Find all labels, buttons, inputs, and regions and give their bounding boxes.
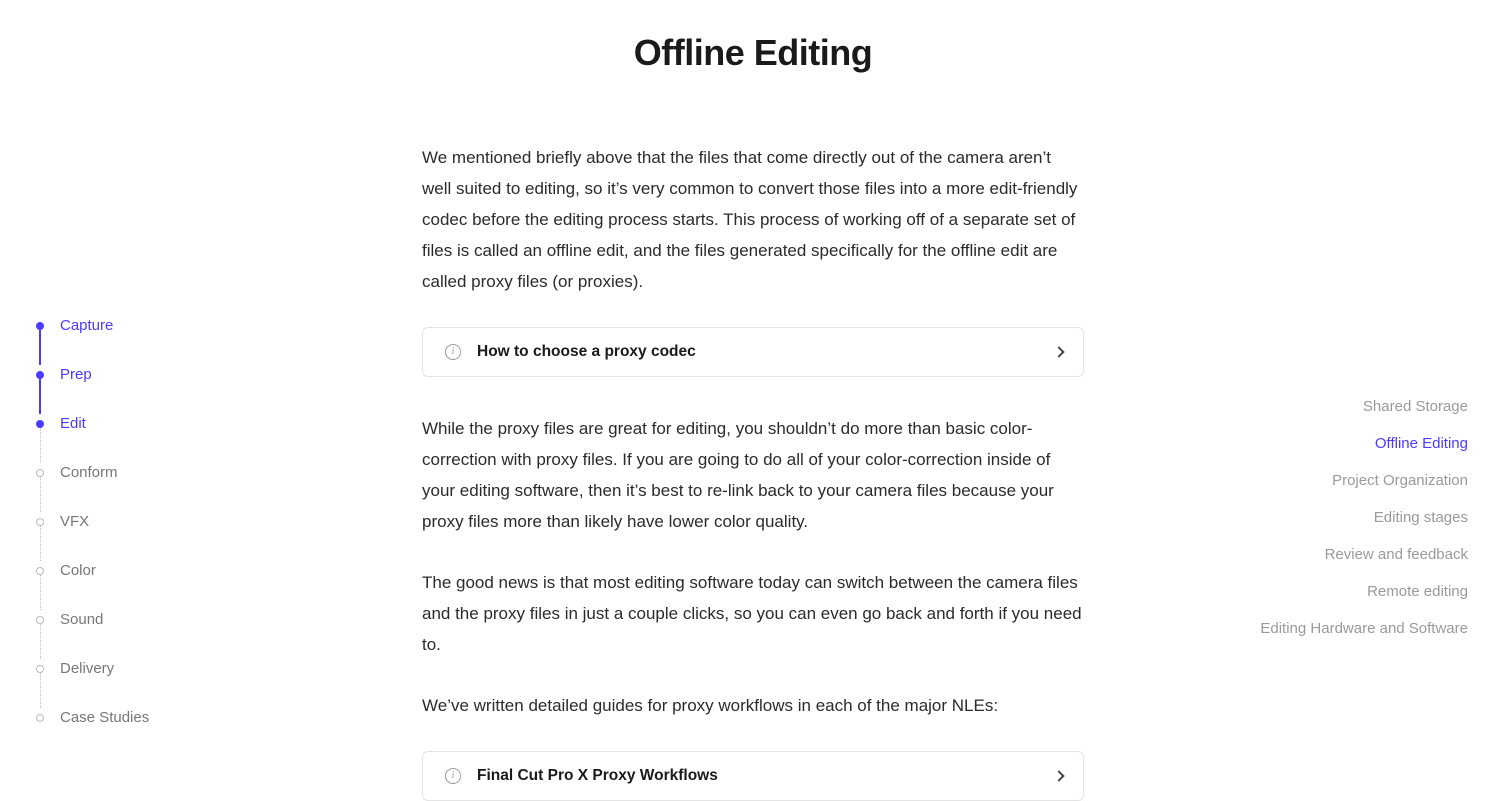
right-nav-item[interactable]: Offline Editing [1238,425,1468,462]
body-paragraph: We mentioned briefly above that the file… [422,142,1084,297]
left-stepper-nav: Capture Prep Edit Conform VFX Color Sound Deliv… [36,316,236,757]
left-nav-item[interactable]: Sound [36,610,236,659]
left-nav-label: Capture [60,316,113,336]
step-dot-icon [36,371,44,379]
left-nav-item[interactable]: Capture [36,316,236,365]
step-dot-icon [36,518,44,526]
right-nav-item[interactable]: Review and feedback [1238,536,1468,573]
left-nav-item[interactable]: VFX [36,512,236,561]
step-connector [39,330,41,365]
right-nav-item[interactable]: Editing stages [1238,499,1468,536]
step-dot-icon [36,714,44,722]
left-nav-item[interactable]: Color [36,561,236,610]
left-nav-label: VFX [60,512,89,532]
left-nav-label: Color [60,561,96,581]
info-icon: i [445,768,461,784]
step-dot-icon [36,322,44,330]
body-paragraph: We’ve written detailed guides for proxy … [422,690,1084,721]
card-proxy-codec[interactable]: i How to choose a proxy codec [422,327,1084,377]
step-dot-icon [36,420,44,428]
left-nav-label: Delivery [60,659,114,679]
left-nav-label: Case Studies [60,708,149,728]
right-nav-item[interactable]: Shared Storage [1238,388,1468,425]
step-dot-icon [36,567,44,575]
body-paragraph: The good news is that most editing softw… [422,567,1084,660]
chevron-right-icon [1053,770,1064,781]
left-nav-label: Edit [60,414,86,434]
left-nav-item[interactable]: Edit [36,414,236,463]
info-icon: i [445,344,461,360]
page-title: Offline Editing [422,32,1084,74]
right-section-nav: Shared StorageOffline EditingProject Org… [1238,388,1468,647]
left-nav-label: Sound [60,610,103,630]
step-dot-icon [36,665,44,673]
left-nav-label: Prep [60,365,92,385]
step-connector [40,428,41,463]
card-label: How to choose a proxy codec [477,343,1055,361]
step-connector [40,624,41,659]
card-fcpx-proxy[interactable]: i Final Cut Pro X Proxy Workflows [422,751,1084,801]
right-nav-item[interactable]: Project Organization [1238,462,1468,499]
step-connector [40,477,41,512]
step-connector [40,673,41,708]
left-nav-item[interactable]: Prep [36,365,236,414]
step-dot-icon [36,469,44,477]
step-connector [40,575,41,610]
body-paragraph: While the proxy files are great for edit… [422,413,1084,537]
left-nav-item[interactable]: Delivery [36,659,236,708]
left-nav-label: Conform [60,463,118,483]
step-connector [39,379,41,414]
right-nav-item[interactable]: Editing Hardware and Software [1238,610,1468,647]
card-label: Final Cut Pro X Proxy Workflows [477,767,1055,785]
main-content: Offline Editing We mentioned briefly abo… [422,32,1084,801]
step-dot-icon [36,616,44,624]
step-connector [40,526,41,561]
left-nav-item[interactable]: Case Studies [36,708,236,757]
right-nav-item[interactable]: Remote editing [1238,573,1468,610]
left-nav-item[interactable]: Conform [36,463,236,512]
chevron-right-icon [1053,346,1064,357]
